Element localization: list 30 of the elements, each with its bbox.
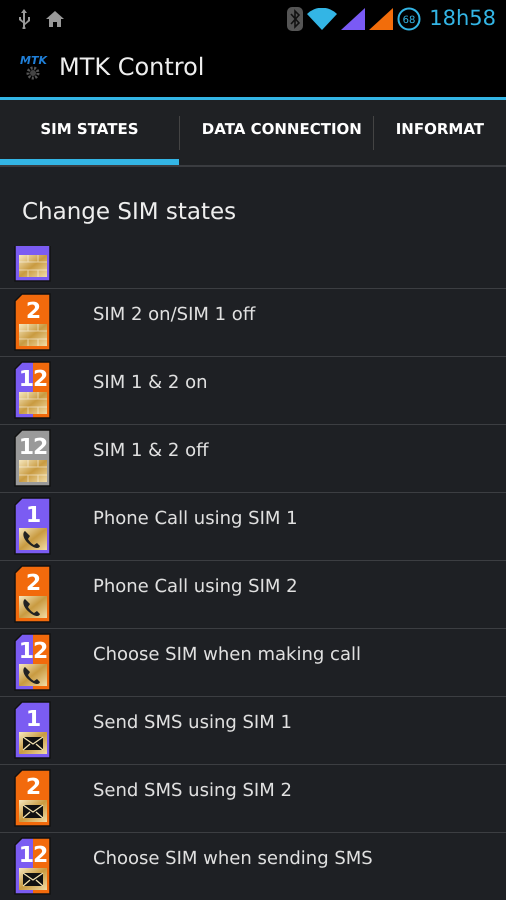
app-logo: MTK [20, 54, 47, 66]
bluetooth-icon [287, 6, 304, 30]
sim-card-icon: 1 [14, 701, 52, 759]
section-heading: Change SIM states [21, 198, 238, 227]
list-item-label[interactable]: SIM 2 on/SIM 1 off [93, 300, 256, 328]
list-item-label[interactable]: Choose SIM when making call [93, 640, 361, 668]
list-item-label[interactable]: Send SMS using SIM 2 [93, 776, 292, 804]
signal-icon [369, 8, 394, 30]
list-item-label[interactable]: Phone Call using SIM 1 [93, 504, 298, 532]
wifi-icon [307, 8, 338, 30]
clock: 18h58 [429, 4, 496, 32]
app-title: MTK Control [58, 52, 204, 83]
tab[interactable]: DATA CONNECTION [180, 100, 373, 165]
sim-card-icon: 2 [14, 565, 52, 623]
home-icon [46, 10, 64, 26]
list-item-label[interactable]: Send SMS using SIM 1 [93, 708, 292, 736]
gear-icon [26, 66, 40, 80]
usb-icon [18, 8, 30, 28]
signal-icon [341, 8, 366, 30]
sim-card-icon: 2 [14, 769, 52, 827]
tab[interactable]: SIM STATES [0, 100, 179, 165]
list-item-label[interactable]: Choose SIM when sending SMS [93, 844, 373, 872]
battery-icon: 68 [397, 6, 422, 30]
sim-card-icon: 2 [14, 293, 52, 351]
list-item-label[interactable]: Phone Call using SIM 2 [93, 572, 298, 600]
sim-card-icon: 12 [14, 429, 52, 487]
tab[interactable]: INFORMAT [374, 100, 506, 165]
list-item-label[interactable]: SIM 1 & 2 on [93, 368, 208, 396]
list-item-label[interactable]: SIM 1 & 2 off [93, 436, 209, 464]
sim-card-icon: 1 [14, 497, 52, 555]
